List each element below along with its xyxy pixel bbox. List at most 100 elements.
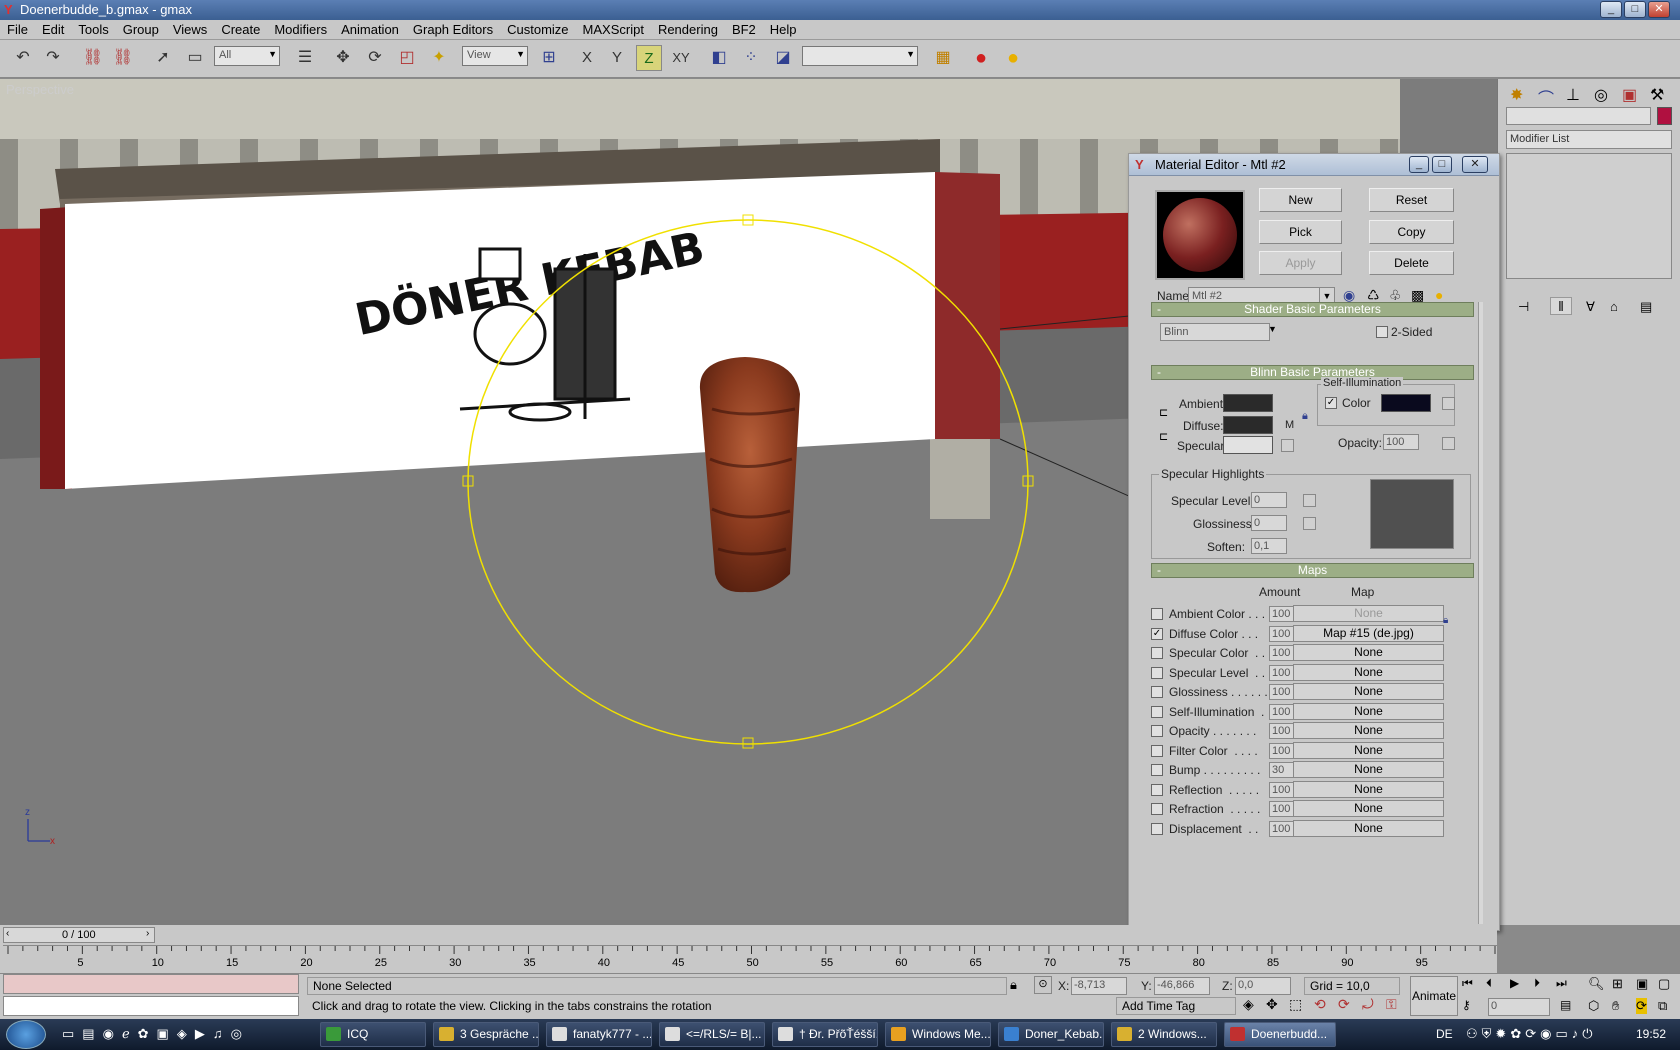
menu-modifiers[interactable]: Modifiers <box>267 20 334 37</box>
specular-level-spinner[interactable]: 0 <box>1251 492 1287 508</box>
zoom-all-icon[interactable]: ⊞ <box>1612 976 1623 992</box>
region-zoom-icon[interactable]: ⬡ <box>1588 998 1599 1014</box>
taskbar-button[interactable]: Doenerbudd... <box>1224 1022 1336 1047</box>
two-sided-checkbox[interactable] <box>1376 326 1388 338</box>
undo-icon[interactable]: ↶ <box>10 45 36 71</box>
configure-sets-icon[interactable]: ▤ <box>1640 299 1652 315</box>
map-enable-checkbox[interactable] <box>1151 608 1163 620</box>
soften-spinner[interactable]: 0,1 <box>1251 538 1287 554</box>
media-icon[interactable]: ◈ <box>177 1026 195 1041</box>
opacity-spinner[interactable]: 100 <box>1383 434 1419 450</box>
absolute-mode-icon[interactable]: ⊙ <box>1034 976 1052 994</box>
map-slot-button[interactable]: None <box>1293 683 1444 700</box>
lock-icon[interactable]: 🔒︎ <box>1302 410 1308 423</box>
menu-customize[interactable]: Customize <box>500 20 575 37</box>
menu-maxscript[interactable]: MAXScript <box>576 20 651 37</box>
select-arrow-icon[interactable]: ➚ <box>150 45 176 71</box>
glossiness-spinner[interactable]: 0 <box>1251 515 1287 531</box>
schematic-icon[interactable]: ▦ <box>930 45 956 71</box>
blinn-rollout-header[interactable]: - Blinn Basic Parameters <box>1151 365 1474 380</box>
copy-button[interactable]: Copy <box>1369 220 1454 244</box>
ambient-color-swatch[interactable] <box>1223 394 1273 412</box>
new-button[interactable]: New <box>1259 188 1342 212</box>
object-name-field[interactable] <box>1506 107 1651 125</box>
specular-level-map-button[interactable] <box>1303 494 1316 507</box>
tray-app-icon[interactable]: ◉ <box>1540 1026 1555 1041</box>
maxscript-result-field[interactable] <box>3 996 299 1016</box>
link-icon[interactable]: ⛓ <box>80 45 106 71</box>
display-tab-icon[interactable]: ▣ <box>1622 85 1637 105</box>
remove-modifier-icon[interactable]: ⌂ <box>1610 299 1618 314</box>
show-end-result-icon[interactable]: ‖ <box>1550 297 1572 315</box>
map-slot-button[interactable]: None <box>1293 819 1444 837</box>
winamp-icon[interactable]: ♫ <box>213 1026 231 1041</box>
icq-quick-icon[interactable]: ✿ <box>138 1026 157 1041</box>
tray-icq-icon[interactable]: ✿ <box>1510 1026 1525 1041</box>
y-coord-field[interactable]: -46,866 <box>1154 977 1210 995</box>
menu-graph-editors[interactable]: Graph Editors <box>406 20 500 37</box>
zoom-icon[interactable]: 🔍︎ <box>1588 976 1605 992</box>
matedit-maximize-button[interactable]: □ <box>1432 156 1452 173</box>
animate-button[interactable]: Animate <box>1410 976 1458 1016</box>
object-color-swatch[interactable] <box>1657 107 1672 125</box>
ie-icon[interactable]: ℯ <box>122 1026 138 1041</box>
menu-tools[interactable]: Tools <box>71 20 115 37</box>
maximize-button[interactable]: □ <box>1624 1 1646 18</box>
map-slot-button[interactable]: None <box>1293 702 1444 720</box>
selection-filter-dropdown[interactable]: All <box>214 46 280 66</box>
map-slot-button[interactable]: None <box>1293 761 1444 778</box>
map-enable-checkbox[interactable] <box>1151 647 1163 659</box>
map-slot-button[interactable]: None <box>1293 741 1444 759</box>
x-coord-field[interactable]: -8,713 <box>1071 977 1127 995</box>
map-enable-checkbox[interactable] <box>1151 803 1163 815</box>
self-illum-color-swatch[interactable] <box>1381 394 1431 412</box>
tray-update-icon[interactable]: ⟳ <box>1525 1026 1540 1041</box>
close-button[interactable]: ✕ <box>1648 1 1670 18</box>
shader-dropdown-arrow-icon[interactable]: ▼ <box>1268 324 1277 334</box>
taskbar-button[interactable]: † Ðr. PřõŤéšší... <box>772 1022 878 1047</box>
map-enable-checkbox[interactable] <box>1151 744 1163 757</box>
player-icon[interactable]: ▶ <box>195 1026 213 1041</box>
manipulate-icon[interactable]: ✦ <box>426 45 452 71</box>
map-slot-button[interactable]: None <box>1293 722 1444 739</box>
axis-y-button[interactable]: Y <box>604 45 630 71</box>
lock-diffuse-specular-icon[interactable]: ⊏ <box>1159 430 1168 443</box>
fov-icon[interactable]: ⬚ <box>1289 996 1302 1013</box>
map-slot-button[interactable]: Map #15 (de.jpg) <box>1293 624 1444 642</box>
opacity-map-button[interactable] <box>1442 437 1455 450</box>
tray-volume-icon[interactable]: ♪ <box>1572 1026 1583 1041</box>
pan-view-icon[interactable]: ✋︎ <box>1612 998 1619 1014</box>
axis-x-button[interactable]: X <box>574 45 600 71</box>
language-indicator[interactable]: DE <box>1436 1027 1453 1041</box>
menu-rendering[interactable]: Rendering <box>651 20 725 37</box>
unlink-icon[interactable]: ⛓ <box>110 45 136 71</box>
material-editor-scrollbar[interactable] <box>1478 302 1483 924</box>
map-enable-checkbox[interactable] <box>1151 705 1163 718</box>
map-slot-button[interactable]: None <box>1293 605 1444 622</box>
prev-frame-icon[interactable]: ⏴ <box>1486 976 1492 991</box>
tray-monitor-icon[interactable]: ▭ <box>1555 1026 1571 1041</box>
maxscript-listener-field[interactable] <box>3 974 299 994</box>
add-time-tag-button[interactable]: Add Time Tag <box>1116 997 1236 1015</box>
specular-color-swatch[interactable] <box>1223 436 1273 454</box>
current-frame-field[interactable]: 0 <box>1488 998 1550 1016</box>
menu-animation[interactable]: Animation <box>334 20 406 37</box>
menu-file[interactable]: File <box>0 20 35 37</box>
play-icon[interactable]: ▶ <box>1510 976 1519 990</box>
delete-button[interactable]: Delete <box>1369 251 1454 275</box>
map-slot-button[interactable]: None <box>1293 800 1444 817</box>
move-icon[interactable]: ✥ <box>330 45 356 71</box>
utilities-tab-icon[interactable]: ⚒ <box>1650 85 1664 105</box>
named-selection-dropdown[interactable] <box>802 46 918 66</box>
map-slot-button[interactable]: None <box>1293 780 1444 798</box>
menu-help[interactable]: Help <box>763 20 804 37</box>
selection-lock-icon[interactable]: 🔒︎ <box>1010 977 1017 993</box>
minimize-button[interactable]: _ <box>1600 1 1622 18</box>
render-teapot-icon[interactable]: ● <box>968 45 994 71</box>
array-icon[interactable]: ⁘ <box>738 45 764 71</box>
time-slider[interactable]: ‹ 0 / 100 › <box>3 927 155 943</box>
time-slider-next-icon[interactable]: › <box>146 928 149 939</box>
switch-windows-icon[interactable]: ▤ <box>82 1026 102 1041</box>
orbit-icon[interactable]: ⟳ <box>1636 998 1647 1014</box>
menu-bf2[interactable]: BF2 <box>725 20 763 37</box>
